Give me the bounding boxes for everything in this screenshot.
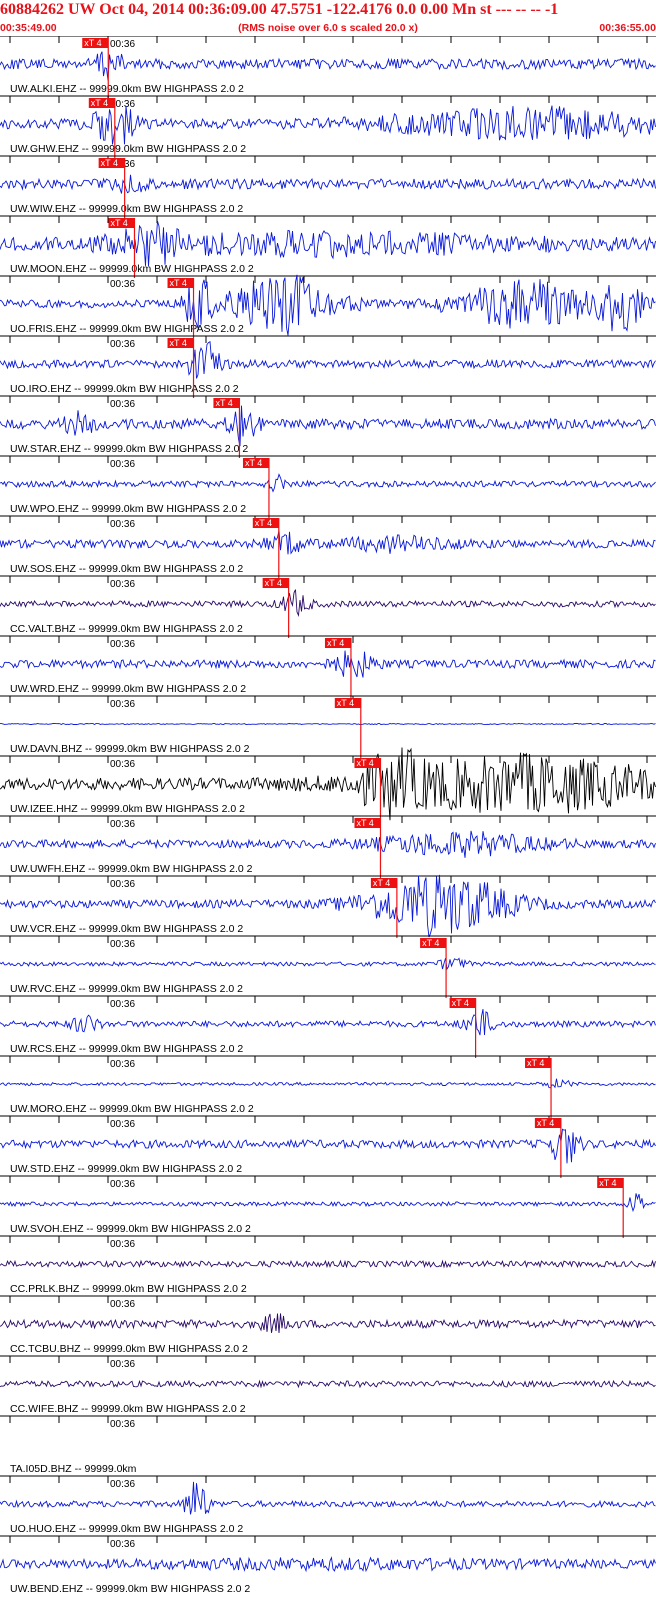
station-label: UW.WRD.EHZ -- 99999.0km BW HIGHPASS 2.0 … xyxy=(10,683,246,695)
pick-label: xT 4 xyxy=(110,218,127,228)
pick-label: xT 4 xyxy=(101,158,118,168)
station-label: CC.VALT.BHZ -- 99999.0km BW HIGHPASS 2.0… xyxy=(10,623,243,635)
pick-label: xT 4 xyxy=(170,278,187,288)
waveform-trace xyxy=(0,722,656,726)
waveform-trace xyxy=(0,220,656,267)
station-label: UW.WPO.EHZ -- 99999.0km BW HIGHPASS 2.0 … xyxy=(10,503,246,515)
tick-label: 00:36 xyxy=(110,699,135,710)
pick-label: xT 4 xyxy=(84,38,101,48)
pick-label: xT 4 xyxy=(356,758,373,768)
tick-label: 00:36 xyxy=(110,459,135,470)
tick-label: 00:36 xyxy=(110,1299,135,1310)
pick-label: xT 4 xyxy=(255,518,272,528)
waveform-trace xyxy=(0,473,656,493)
header-title: 60884262 UW Oct 04, 2014 00:36:09.00 47.… xyxy=(0,1,559,18)
station-label: UW.IZEE.HHZ -- 99999.0km BW HIGHPASS 2.0… xyxy=(10,803,245,815)
station-label: UW.UWFH.EHZ -- 99999.0km BW HIGHPASS 2.0… xyxy=(10,863,253,875)
station-label: UW.WIW.EHZ -- 99999.0km BW HIGHPASS 2.0 … xyxy=(10,203,243,215)
station-label: UW.VCR.EHZ -- 99999.0km BW HIGHPASS 2.0 … xyxy=(10,923,243,935)
pick-label: xT 4 xyxy=(599,1178,616,1188)
waveform-trace xyxy=(0,589,656,618)
waveform-trace xyxy=(0,650,656,678)
waveform-trace xyxy=(0,957,656,971)
station-label: UW.DAVN.BHZ -- 99999.0km BW HIGHPASS 2.0… xyxy=(10,743,250,755)
pick-label: xT 4 xyxy=(245,458,262,468)
waveform-trace xyxy=(0,1481,656,1515)
tick-label: 00:36 xyxy=(110,879,135,890)
station-label: UW.STD.EHZ -- 99999.0km BW HIGHPASS 2.0 … xyxy=(10,1163,242,1175)
tick-label: 00:36 xyxy=(110,1479,135,1490)
end-time: 00:36:55.00 xyxy=(599,22,656,34)
tick-label: 00:36 xyxy=(110,1419,135,1430)
pick-label: xT 4 xyxy=(537,1118,554,1128)
tick-label: 00:36 xyxy=(110,1539,135,1550)
tick-label: 00:36 xyxy=(110,1119,135,1130)
waveform-trace xyxy=(0,530,656,555)
waveform-trace xyxy=(0,1128,656,1164)
pick-label: xT 4 xyxy=(327,638,344,648)
waveform-trace xyxy=(0,1313,656,1334)
tick-label: 00:36 xyxy=(110,999,135,1010)
station-label: UW.BEND.EHZ -- 99999.0km BW HIGHPASS 2.0… xyxy=(10,1583,250,1595)
pick-label: xT 4 xyxy=(452,998,469,1008)
tick-label: 00:36 xyxy=(110,939,135,950)
pick-label: xT 4 xyxy=(170,338,187,348)
station-label: UW.STAR.EHZ -- 99999.0km BW HIGHPASS 2.0… xyxy=(10,443,248,455)
waveform-trace xyxy=(0,1556,656,1573)
pick-label: xT 4 xyxy=(527,1058,544,1068)
station-label: TA.I05D.BHZ -- 99999.0km xyxy=(10,1463,137,1475)
waveform-trace xyxy=(0,105,656,145)
tick-label: 00:36 xyxy=(110,759,135,770)
station-label: UW.MOON.EHZ -- 99999.0km BW HIGHPASS 2.0… xyxy=(10,263,254,275)
station-label: CC.TCBU.BHZ -- 99999.0km BW HIGHPASS 2.0… xyxy=(10,1343,248,1355)
tick-label: 00:36 xyxy=(110,279,135,290)
pick-label: xT 4 xyxy=(337,698,354,708)
waveform-trace xyxy=(0,1193,656,1213)
station-label: CC.WIFE.BHZ -- 99999.0km BW HIGHPASS 2.0… xyxy=(10,1403,246,1415)
tick-label: 00:36 xyxy=(110,639,135,650)
station-label: UW.RCS.EHZ -- 99999.0km BW HIGHPASS 2.0 … xyxy=(10,1043,243,1055)
waveform-trace xyxy=(0,830,656,858)
tick-label: 00:36 xyxy=(110,39,135,50)
station-label: UO.IRO.EHZ -- 99999.0km BW HIGHPASS 2.0 … xyxy=(10,383,239,395)
station-label: UW.SOS.EHZ -- 99999.0km BW HIGHPASS 2.0 … xyxy=(10,563,243,575)
pick-label: xT 4 xyxy=(356,818,373,828)
tick-label: 00:36 xyxy=(110,519,135,530)
tick-label: 00:36 xyxy=(110,1239,135,1250)
tick-label: 00:36 xyxy=(110,579,135,590)
pick-label: xT 4 xyxy=(215,398,232,408)
waveform-trace xyxy=(0,340,656,379)
station-label: UW.RVC.EHZ -- 99999.0km BW HIGHPASS 2.0 … xyxy=(10,983,243,995)
tick-label: 00:36 xyxy=(110,1359,135,1370)
waveform-trace xyxy=(0,1259,656,1269)
waveform-trace xyxy=(0,1009,656,1036)
tick-label: 00:36 xyxy=(110,1179,135,1190)
waveform-trace xyxy=(0,405,656,447)
waveform-trace xyxy=(0,1078,656,1089)
tick-label: 00:36 xyxy=(110,1059,135,1070)
station-label: UW.ALKI.EHZ -- 99999.0km BW HIGHPASS 2.0… xyxy=(10,83,244,95)
station-label: UW.GHW.EHZ -- 99999.0km BW HIGHPASS 2.0 … xyxy=(10,143,246,155)
pick-label: xT 4 xyxy=(373,878,390,888)
waveform-trace xyxy=(0,51,656,81)
station-label: UW.SVOH.EHZ -- 99999.0km BW HIGHPASS 2.0… xyxy=(10,1223,251,1235)
waveform-trace xyxy=(0,1379,656,1389)
station-label: UO.HUO.EHZ -- 99999.0km BW HIGHPASS 2.0 … xyxy=(10,1523,243,1535)
station-label: UO.FRIS.EHZ -- 99999.0km BW HIGHPASS 2.0… xyxy=(10,323,244,335)
rms-note: (RMS noise over 6.0 s scaled 20.0 x) xyxy=(238,22,418,34)
station-label: UW.MORO.EHZ -- 99999.0km BW HIGHPASS 2.0… xyxy=(10,1103,254,1115)
pick-label: xT 4 xyxy=(422,938,439,948)
station-label: CC.PRLK.BHZ -- 99999.0km BW HIGHPASS 2.0… xyxy=(10,1283,247,1295)
tick-label: 00:36 xyxy=(110,399,135,410)
waveform-trace xyxy=(0,174,656,194)
tick-label: 00:36 xyxy=(110,819,135,830)
seismogram-panel: 00:36 UW.ALKI.EHZ -- 99999.0km BW HIGHPAS… xyxy=(0,36,656,1595)
pick-label: xT 4 xyxy=(265,578,282,588)
pick-label: xT 4 xyxy=(91,98,108,108)
tick-label: 00:36 xyxy=(110,339,135,350)
